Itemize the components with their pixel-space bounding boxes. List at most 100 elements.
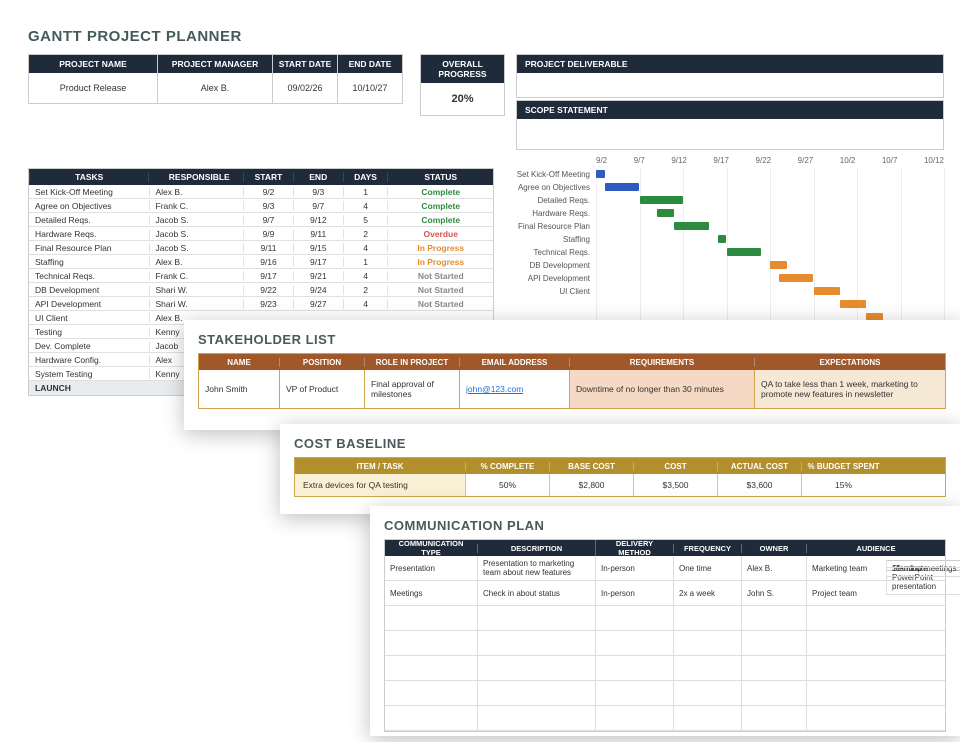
gantt-row-label: UI Client: [516, 287, 596, 296]
table-row[interactable]: [385, 631, 945, 656]
comm-method: [595, 656, 673, 681]
task-responsible: Frank C.: [149, 271, 244, 281]
gantt-row: Agree on Objectives: [516, 181, 944, 194]
project-name-value: Product Release: [29, 73, 157, 103]
table-row[interactable]: MeetingsStandup meetingsCheck in about s…: [385, 581, 945, 606]
task-start: 9/9: [243, 229, 293, 239]
task-start: 9/23: [243, 299, 293, 309]
task-responsible: Jacob S.: [149, 215, 244, 225]
cost-item: Extra devices for QA testing: [295, 474, 465, 496]
stake-h-role: ROLE IN PROJECT: [364, 358, 459, 367]
task-responsible: Alex B.: [149, 187, 244, 197]
task-responsible: Shari W.: [149, 285, 244, 295]
task-name: System Testing: [29, 369, 149, 379]
task-days: 2: [343, 285, 388, 295]
comm-audience: [806, 656, 945, 681]
task-responsible: Frank C.: [149, 201, 244, 211]
gantt-date-tick: 10/12: [924, 156, 944, 168]
col-header-end-date: END DATE: [338, 55, 402, 73]
gantt-row-label: Detailed Reqs.: [516, 196, 596, 205]
project-manager-value: Alex B.: [158, 73, 272, 103]
gantt-row: Detailed Reqs.: [516, 194, 944, 207]
comm-frequency: [673, 656, 741, 681]
comm-description: Presentation to marketing team about new…: [477, 556, 595, 581]
task-responsible: Jacob S.: [149, 243, 244, 253]
table-row[interactable]: DB DevelopmentShari W.9/229/242Not Start…: [29, 283, 493, 297]
task-status: Overdue: [387, 229, 493, 239]
comm-method: In-person: [595, 581, 673, 606]
task-days: 4: [343, 299, 388, 309]
task-start: 9/17: [243, 271, 293, 281]
stake-email[interactable]: john@123.com: [459, 370, 569, 408]
task-name: DB Development: [29, 285, 149, 295]
table-row[interactable]: [385, 706, 945, 731]
table-row[interactable]: Agree on ObjectivesFrank C.9/39/74Comple…: [29, 199, 493, 213]
col-header-status: STATUS: [387, 172, 493, 182]
table-row[interactable]: Detailed Reqs.Jacob S.9/79/125Complete: [29, 213, 493, 227]
comm-h-owner: OWNER: [741, 544, 806, 553]
table-row[interactable]: Hardware Reqs.Jacob S.9/99/112Overdue: [29, 227, 493, 241]
comm-description: Check in about status: [477, 581, 595, 606]
comm-audience: [806, 681, 945, 706]
comm-method: In-person: [595, 556, 673, 581]
table-row[interactable]: Set Kick-Off MeetingAlex B.9/29/31Comple…: [29, 185, 493, 199]
task-name: Agree on Objectives: [29, 201, 149, 211]
task-status: Not Started: [387, 285, 493, 295]
comm-audience: [806, 631, 945, 656]
task-days: 2: [343, 229, 388, 239]
comm-description: [477, 681, 595, 706]
task-responsible: Jacob S.: [149, 229, 244, 239]
task-end: 9/12: [293, 215, 343, 225]
gantt-row-label: API Development: [516, 274, 596, 283]
comm-h-type: COMMUNICATION TYPE: [385, 539, 477, 557]
task-start: 9/16: [243, 257, 293, 267]
cost-h-budget: % BUDGET SPENT: [801, 462, 885, 471]
comm-description: [477, 606, 595, 631]
comm-method: [595, 631, 673, 656]
stake-h-expectations: EXPECTATIONS: [754, 358, 945, 367]
col-header-days: DAYS: [343, 172, 388, 182]
col-header-project-name: PROJECT NAME: [29, 55, 157, 73]
task-end: 9/27: [293, 299, 343, 309]
table-row[interactable]: API DevelopmentShari W.9/239/274Not Star…: [29, 297, 493, 311]
cost-actual: $3,600: [717, 474, 801, 496]
col-header-tasks: TASKS: [29, 172, 148, 182]
gantt-date-tick: 9/2: [596, 156, 607, 168]
gantt-row-label: Set Kick-Off Meeting: [516, 170, 596, 179]
comm-type: [385, 631, 477, 656]
gantt-date-tick: 9/12: [671, 156, 687, 168]
gantt-bar: [840, 300, 866, 308]
page-title: GANTT PROJECT PLANNER: [28, 28, 242, 45]
task-status: In Progress: [387, 243, 493, 253]
gantt-bar: [674, 222, 709, 230]
table-row[interactable]: Final Resource PlanJacob S.9/119/154In P…: [29, 241, 493, 255]
gantt-bar: [596, 170, 605, 178]
gantt-date-tick: 10/2: [840, 156, 856, 168]
gantt-row-label: Technical Reqs.: [516, 248, 596, 257]
table-row[interactable]: StaffingAlex B.9/169/171In Progress: [29, 255, 493, 269]
comm-method: [595, 706, 673, 731]
task-start: 9/22: [243, 285, 293, 295]
comm-owner: [741, 656, 806, 681]
cost-h-actual: ACTUAL COST: [717, 462, 801, 471]
table-row[interactable]: [385, 606, 945, 631]
task-name: Final Resource Plan: [29, 243, 149, 253]
comm-frequency: [673, 706, 741, 731]
overall-progress-value: 20%: [421, 83, 504, 115]
table-row[interactable]: Technical Reqs.Frank C.9/179/214Not Star…: [29, 269, 493, 283]
comm-description: [477, 631, 595, 656]
table-row[interactable]: Presentation15-minute PowerPoint present…: [385, 556, 945, 581]
stake-position: VP of Product: [279, 370, 364, 408]
gantt-row: Staffing: [516, 233, 944, 246]
col-header-end: END: [293, 172, 343, 182]
comm-type: [385, 606, 477, 631]
project-deliverable-box: PROJECT DELIVERABLE: [516, 54, 944, 98]
table-row[interactable]: [385, 681, 945, 706]
task-name: Technical Reqs.: [29, 271, 149, 281]
task-days: 4: [343, 243, 388, 253]
table-row[interactable]: [385, 656, 945, 681]
col-header-start-date: START DATE: [273, 55, 337, 73]
stake-name: John Smith: [199, 370, 279, 408]
task-end: 9/7: [293, 201, 343, 211]
task-name: Hardware Reqs.: [29, 229, 149, 239]
